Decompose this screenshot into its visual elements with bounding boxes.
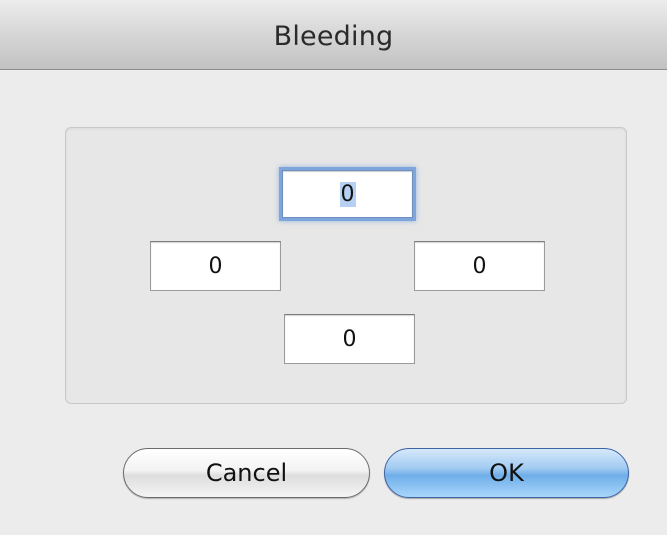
cancel-button-label: Cancel — [205, 459, 288, 487]
ok-button[interactable]: OK — [384, 448, 629, 498]
right-bleed-field[interactable]: 0 — [414, 241, 545, 291]
title-bar[interactable]: Bleeding — [0, 0, 667, 70]
ok-button-label: OK — [489, 459, 524, 487]
left-bleed-field[interactable]: 0 — [150, 241, 281, 291]
bleeding-dialog: Bleeding 0 0 0 0 Cancel OK — [0, 0, 667, 535]
top-bleed-field[interactable]: 0 — [282, 170, 413, 218]
left-bleed-value: 0 — [208, 253, 223, 279]
dialog-title: Bleeding — [273, 21, 394, 52]
right-bleed-value: 0 — [472, 253, 487, 279]
bottom-bleed-field[interactable]: 0 — [284, 314, 415, 364]
cancel-button[interactable]: Cancel — [123, 448, 370, 498]
top-bleed-value: 0 — [339, 181, 356, 207]
bottom-bleed-value: 0 — [342, 326, 357, 352]
